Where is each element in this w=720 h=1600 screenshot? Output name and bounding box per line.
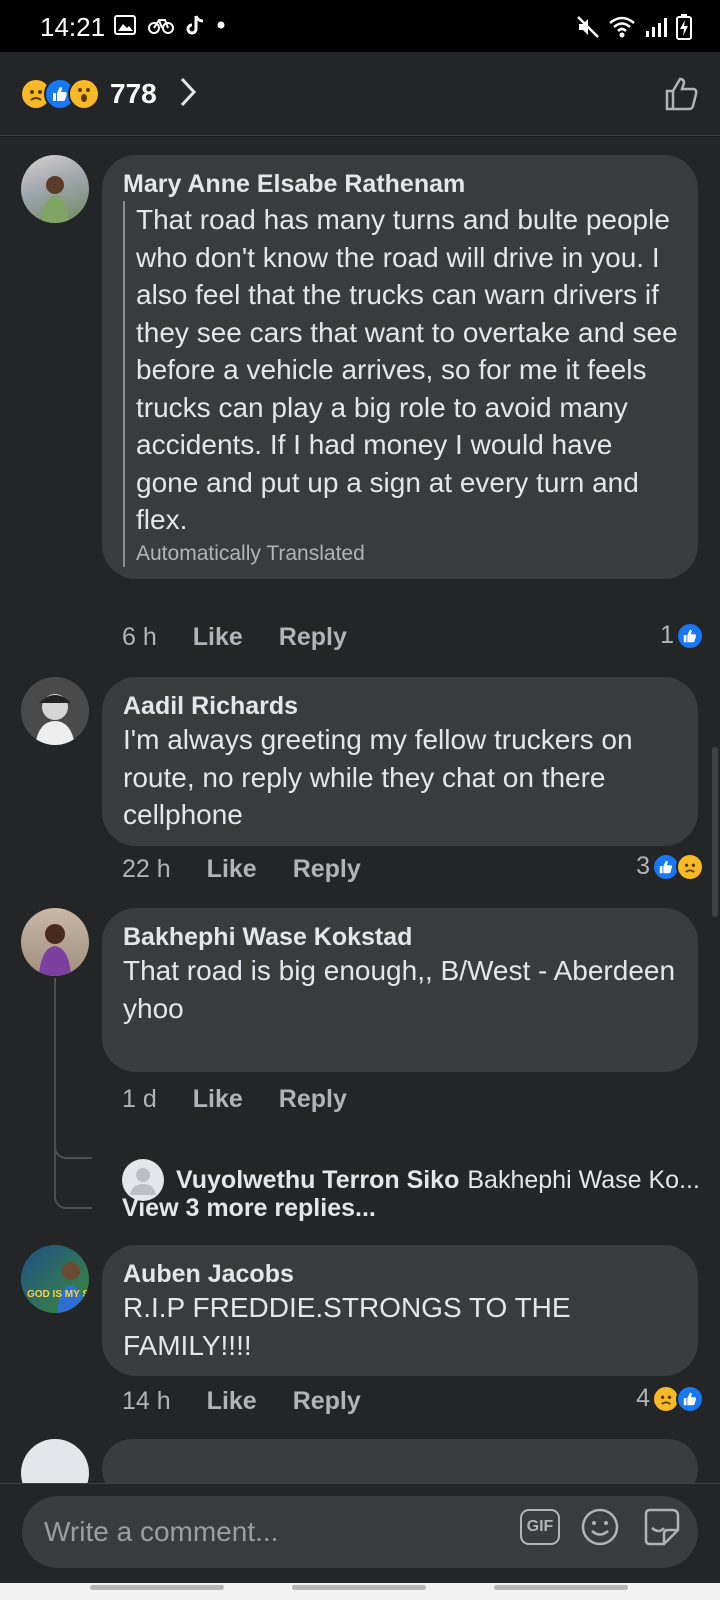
- avatar[interactable]: [21, 155, 89, 223]
- comments-list[interactable]: Mary Anne Elsabe Rathenam That road has …: [0, 137, 720, 1483]
- comment-age: 1 d: [122, 1085, 157, 1113]
- signal-icon: [646, 18, 667, 37]
- battery-charging-icon: [676, 14, 692, 40]
- comment-composer: GIF: [0, 1483, 720, 1583]
- emoji-icon[interactable]: [580, 1507, 620, 1547]
- reply-text: Bakhephi Wase Ko...: [467, 1165, 700, 1194]
- reaction-count: 778: [110, 78, 157, 109]
- tiktok-icon: [186, 15, 204, 35]
- translated-text-block: That road has many turns and bulte peopl…: [123, 201, 678, 567]
- comment-reaction-count: 4: [636, 1384, 650, 1412]
- reply-link[interactable]: Reply: [293, 1387, 361, 1416]
- like-reaction-icon: [676, 1384, 704, 1413]
- comment-text: That road is big enough,, B/West - Aberd…: [123, 955, 676, 1024]
- reply-link[interactable]: Reply: [279, 1085, 347, 1114]
- reaction-icons: [20, 78, 100, 110]
- gif-label: GIF: [526, 1518, 554, 1535]
- comment-author[interactable]: Mary Anne Elsabe Rathenam: [123, 169, 678, 199]
- gif-button[interactable]: GIF: [520, 1509, 560, 1545]
- sticker-icon[interactable]: [640, 1506, 682, 1548]
- avatar[interactable]: [21, 677, 89, 745]
- comment-text: R.I.P FREDDIE.STRONGS TO THE FAMILY!!!!: [123, 1292, 571, 1361]
- like-link[interactable]: Like: [193, 623, 243, 652]
- comment-reactions[interactable]: 3: [636, 852, 704, 881]
- avatar-caption: GOD IS MY S: [27, 1289, 89, 1300]
- home-button[interactable]: [292, 1585, 426, 1590]
- comment-actions: 1 d Like Reply: [122, 1085, 347, 1114]
- recents-button[interactable]: [90, 1585, 224, 1590]
- avatar[interactable]: [21, 908, 89, 976]
- comment-age: 22 h: [122, 855, 171, 883]
- status-bar: 14:21: [0, 0, 720, 52]
- comment-text: I'm always greeting my fellow truckers o…: [123, 724, 633, 830]
- comment-text: That road has many turns and bulte peopl…: [136, 204, 678, 535]
- system-nav-bar: [0, 1583, 720, 1600]
- scrollbar[interactable]: [712, 747, 718, 917]
- thread-connector: [54, 1193, 92, 1209]
- comment-bubble[interactable]: Mary Anne Elsabe Rathenam That road has …: [102, 155, 698, 579]
- mute-icon: [577, 16, 599, 38]
- reactions-header[interactable]: 778: [0, 52, 720, 136]
- like-link[interactable]: Like: [193, 1085, 243, 1114]
- reply-author[interactable]: Vuyolwethu Terron Siko: [176, 1166, 459, 1195]
- like-link[interactable]: Like: [207, 1387, 257, 1416]
- comment-age: 14 h: [122, 1387, 171, 1415]
- comment-age: 6 h: [122, 623, 157, 651]
- wow-reaction-icon: [68, 78, 100, 110]
- comment-author[interactable]: Bakhephi Wase Kokstad: [123, 922, 678, 952]
- comment-author[interactable]: Auben Jacobs: [123, 1259, 678, 1289]
- clock: 14:21: [40, 12, 106, 42]
- notification-dot-icon: [217, 21, 225, 29]
- comment-reactions[interactable]: 4: [636, 1384, 704, 1413]
- like-button-icon[interactable]: [664, 76, 700, 112]
- comment-reactions[interactable]: 1: [660, 621, 704, 650]
- comment-bubble[interactable]: Auben Jacobs R.I.P FREDDIE.STRONGS TO TH…: [102, 1245, 698, 1376]
- auto-translated-label[interactable]: Automatically Translated: [136, 541, 678, 567]
- comment-bubble[interactable]: Bakhephi Wase Kokstad That road is big e…: [102, 908, 698, 1072]
- comment-actions: 6 h Like Reply: [122, 623, 347, 652]
- view-more-replies-link[interactable]: View 3 more replies...: [122, 1194, 376, 1223]
- thread-line: [54, 978, 56, 1193]
- thread-connector: [54, 1143, 92, 1159]
- reply-link[interactable]: Reply: [293, 855, 361, 884]
- comment-reaction-count: 3: [636, 852, 650, 880]
- avatar[interactable]: [21, 1439, 89, 1483]
- avatar[interactable]: GOD IS MY S: [21, 1245, 89, 1313]
- comment-bubble[interactable]: [102, 1439, 698, 1483]
- gallery-icon: [114, 15, 136, 35]
- like-link[interactable]: Like: [207, 855, 257, 884]
- comment-bubble[interactable]: Aadil Richards I'm always greeting my fe…: [102, 677, 698, 846]
- wifi-icon: [609, 16, 635, 38]
- comment-actions: 22 h Like Reply: [122, 855, 361, 884]
- like-reaction-icon: [676, 621, 704, 650]
- comment-actions: 14 h Like Reply: [122, 1387, 361, 1416]
- reply-link[interactable]: Reply: [279, 623, 347, 652]
- sad-reaction-icon: [676, 852, 704, 881]
- comment-reaction-count: 1: [660, 621, 674, 649]
- chevron-right-icon[interactable]: [178, 76, 198, 108]
- back-button[interactable]: [494, 1585, 628, 1590]
- comment-author[interactable]: Aadil Richards: [123, 691, 678, 721]
- bicycle-icon: [148, 19, 174, 34]
